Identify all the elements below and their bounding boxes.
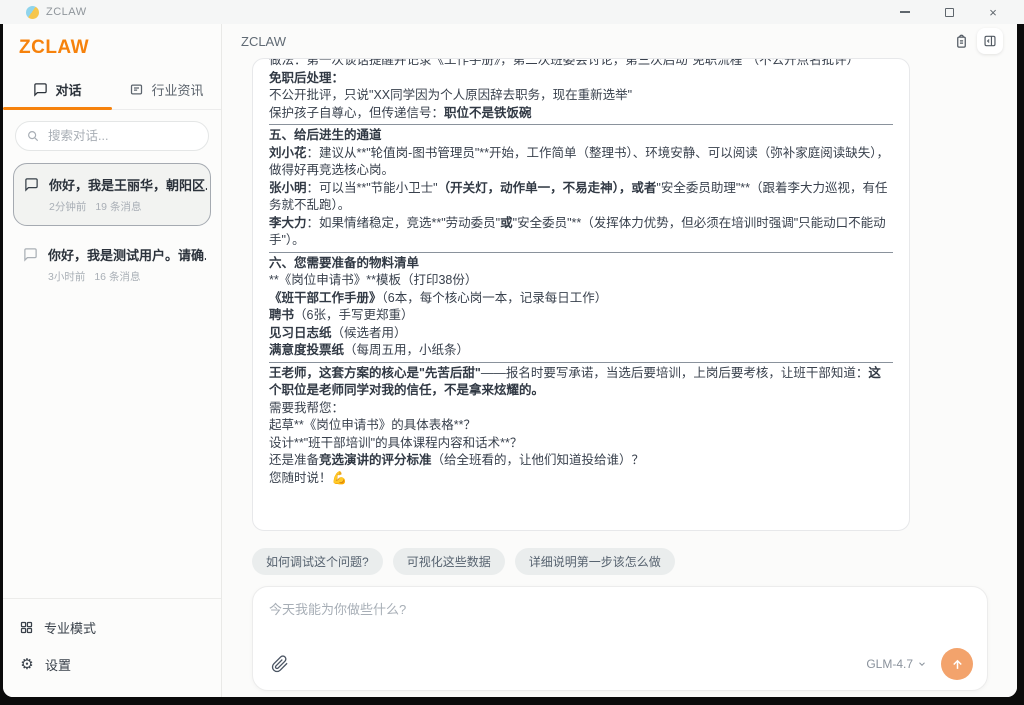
message-line: **《岗位申请书》**模板（打印38份） — [269, 272, 893, 290]
message-divider — [269, 362, 893, 363]
chat-main: ZCLAW 做法：第一次谈话提醒并记录《工作手册》，第二次班委会讨论，第三次启动… — [222, 24, 1017, 697]
chat-header-title: ZCLAW — [241, 34, 286, 49]
clipboard-icon-button[interactable] — [954, 34, 969, 49]
tab-bar: 对话 行业资讯 — [3, 69, 221, 110]
message-line: 聘书（6张，手写更郑重） — [269, 307, 893, 325]
attach-button[interactable] — [269, 653, 291, 675]
close-button[interactable]: × — [986, 5, 1000, 19]
conversation-title: 你好，我是测试用户。请确... — [48, 245, 206, 264]
sidebar-divider — [3, 598, 221, 599]
minimize-button[interactable] — [898, 5, 912, 19]
model-selector[interactable]: GLM-4.7 — [866, 657, 927, 671]
sidebar-item-settings[interactable]: ⚙ 设置 — [19, 646, 205, 683]
message-line: 见习日志纸（候选者用） — [269, 325, 893, 343]
message-divider — [269, 252, 893, 253]
chat-bubble-icon — [24, 177, 39, 197]
message-line: 还是准备竞选演讲的评分标准（给全班看的，让他们知道投给谁）？ — [269, 452, 893, 470]
panel-toggle-button[interactable] — [977, 28, 1003, 54]
paperclip-icon — [271, 655, 289, 673]
sidebar-logo: ZCLAW — [3, 24, 221, 69]
chevron-down-icon — [917, 659, 927, 669]
message-line: 设计**"班干部培训"的具体课程内容和话术**？ — [269, 435, 893, 453]
tab-conversations[interactable]: 对话 — [3, 69, 112, 109]
suggestion-row: 如何调试这个问题? 可视化这些数据 详细说明第一步该怎么做 — [252, 548, 1017, 575]
composer: GLM-4.7 — [252, 586, 988, 691]
conversation-count: 19 条消息 — [95, 199, 141, 214]
message-line: 李大力：如果情绪稳定，竞选**"劳动委员"或"安全委员"**（发挥体力优势，但必… — [269, 215, 893, 250]
message-card[interactable]: 做法：第一次谈话提醒并记录《工作手册》，第二次班委会讨论，第三次启动"免职流程"… — [252, 58, 910, 531]
message-line: 五、给后进生的通道 — [269, 127, 893, 145]
arrow-up-icon — [950, 657, 965, 672]
message-line: 六、您需要准备的物料清单 — [269, 255, 893, 273]
search-icon — [26, 129, 40, 143]
message-line: 做法：第一次谈话提醒并记录《工作手册》，第二次班委会讨论，第三次启动"免职流程"… — [269, 58, 893, 70]
app-title: ZCLAW — [46, 6, 87, 18]
suggestion-chip[interactable]: 详细说明第一步该怎么做 — [515, 548, 675, 575]
model-label: GLM-4.7 — [866, 657, 913, 671]
chat-header: ZCLAW — [222, 24, 1017, 58]
maximize-button[interactable] — [942, 5, 956, 19]
conversation-list: 你好，我是王丽华，朝阳区... 2分钟前 19 条消息 你好，我是测试用户。请确… — [3, 159, 221, 598]
news-icon — [129, 82, 144, 97]
message-line: 起草**《岗位申请书》的具体表格**？ — [269, 417, 893, 435]
message-line: 免职后处理： — [269, 70, 893, 88]
conversation-item[interactable]: 你好，我是测试用户。请确... 3小时前 16 条消息 — [13, 234, 211, 295]
sidebar-item-label: 专业模式 — [44, 618, 96, 637]
message-divider — [269, 124, 893, 125]
search-input[interactable] — [48, 129, 209, 143]
message-line: 您随时说！💪 — [269, 470, 893, 488]
conversation-count: 16 条消息 — [94, 269, 140, 284]
suggestion-chip[interactable]: 如何调试这个问题? — [252, 548, 383, 575]
send-button[interactable] — [941, 648, 973, 680]
message-line: 张小明：可以当**"节能小卫士"（开关灯，动作单一，不易走神），或者"安全委员助… — [269, 180, 893, 215]
message-line: 刘小花：建议从**"轮值岗-图书管理员"**开始，工作简单（整理书）、环境安静、… — [269, 145, 893, 180]
tab-news[interactable]: 行业资讯 — [112, 69, 221, 109]
message-line: 满意度投票纸（每周五用，小纸条） — [269, 342, 893, 360]
message-input[interactable] — [269, 599, 973, 648]
suggestion-chip[interactable]: 可视化这些数据 — [393, 548, 505, 575]
message-line: 《班干部工作手册》（6本，每个核心岗一本，记录每日工作） — [269, 290, 893, 308]
grid-icon — [19, 620, 34, 635]
sidebar: ZCLAW 对话 行业资讯 — [3, 24, 222, 697]
chat-bubble-icon — [33, 82, 48, 97]
sidebar-item-professional-mode[interactable]: 专业模式 — [19, 609, 205, 646]
app-window: ZCLAW 对话 行业资讯 — [3, 24, 1017, 697]
gear-icon: ⚙ — [19, 657, 35, 672]
message-body: 做法：第一次谈话提醒并记录《工作手册》，第二次班委会讨论，第三次启动"免职流程"… — [269, 58, 893, 487]
tab-label: 对话 — [55, 80, 81, 99]
conversation-time: 3小时前 — [48, 269, 85, 284]
tab-label: 行业资讯 — [151, 80, 203, 99]
message-line: 王老师，这套方案的核心是"先苦后甜"——报名时要写承诺，当选后要培训，上岗后要考… — [269, 365, 893, 400]
message-line: 需要我帮您： — [269, 400, 893, 418]
chat-bubble-icon — [23, 247, 38, 267]
app-logo-icon — [26, 6, 39, 19]
conversation-title: 你好，我是王丽华，朝阳区... — [49, 175, 207, 194]
conversation-item[interactable]: 你好，我是王丽华，朝阳区... 2分钟前 19 条消息 — [13, 163, 211, 226]
conversation-time: 2分钟前 — [49, 199, 86, 214]
message-line: 不公开批评，只说"XX同学因为个人原因辞去职务，现在重新选举" — [269, 87, 893, 105]
sidebar-item-label: 设置 — [45, 655, 71, 674]
app-titlebar: ZCLAW × — [0, 0, 1024, 24]
message-line: 保护孩子自尊心，但传递信号：职位不是铁饭碗 — [269, 105, 893, 123]
